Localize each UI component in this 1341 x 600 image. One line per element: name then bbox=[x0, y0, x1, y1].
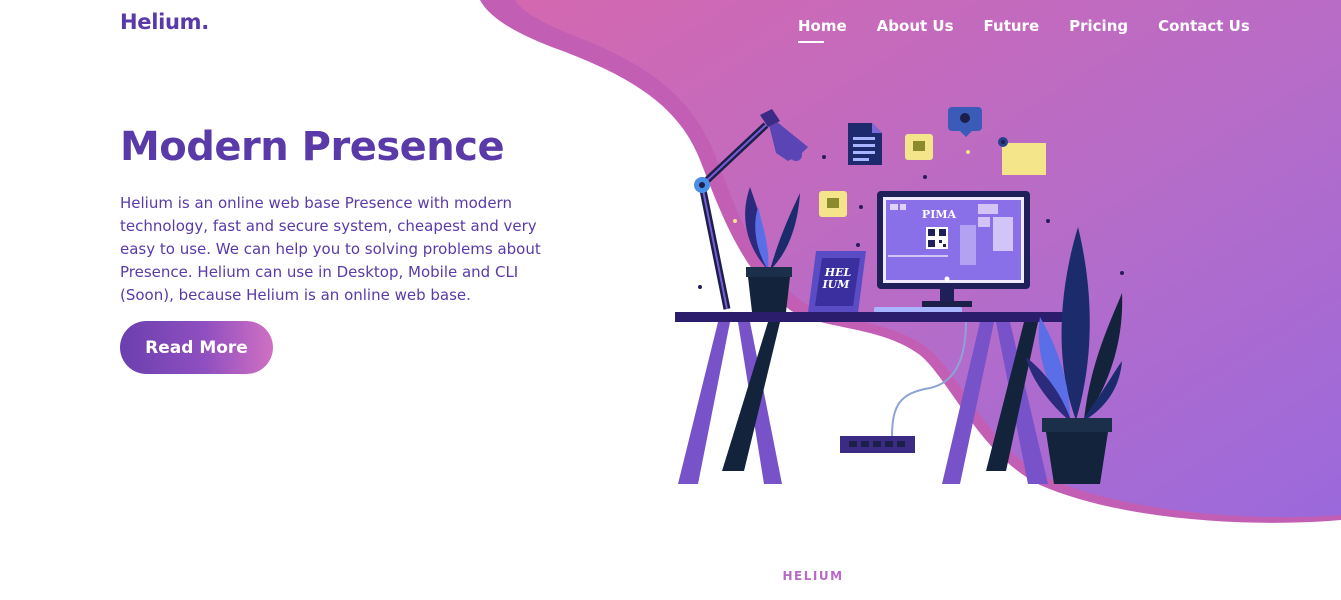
nav-future[interactable]: Future bbox=[984, 17, 1040, 45]
sticky-note-icon bbox=[998, 137, 1046, 175]
main-nav: Home About Us Future Pricing Contact Us bbox=[798, 17, 1250, 45]
section-label: HELIUM bbox=[782, 569, 844, 583]
desk bbox=[675, 312, 1085, 484]
workspace-illustration: HEL IUM PIMA bbox=[675, 107, 1124, 484]
chip-icon bbox=[819, 191, 847, 217]
floor-plant bbox=[1026, 227, 1123, 484]
monitor: PIMA bbox=[877, 191, 1030, 307]
chat-bubble-icon bbox=[948, 107, 982, 137]
nav-about-us[interactable]: About Us bbox=[877, 17, 954, 45]
cable bbox=[891, 320, 967, 438]
monitor-label: PIMA bbox=[922, 208, 957, 221]
photo-frame: HEL IUM bbox=[808, 251, 866, 313]
frame-label-line2: IUM bbox=[822, 278, 851, 291]
document-icon bbox=[848, 123, 882, 165]
power-strip bbox=[840, 436, 915, 453]
hero-description: Helium is an online web base Presence wi… bbox=[120, 194, 541, 304]
desk-plant bbox=[745, 187, 800, 312]
nav-home[interactable]: Home bbox=[798, 17, 847, 45]
read-more-button[interactable]: Read More bbox=[120, 321, 273, 374]
nav-contact-us[interactable]: Contact Us bbox=[1158, 17, 1250, 45]
qr-code-icon bbox=[926, 227, 948, 249]
brand-logo[interactable]: Helium. bbox=[120, 10, 209, 34]
hero-title: Modern Presence bbox=[120, 124, 505, 170]
chip-icon bbox=[905, 134, 933, 160]
nav-pricing[interactable]: Pricing bbox=[1069, 17, 1128, 45]
